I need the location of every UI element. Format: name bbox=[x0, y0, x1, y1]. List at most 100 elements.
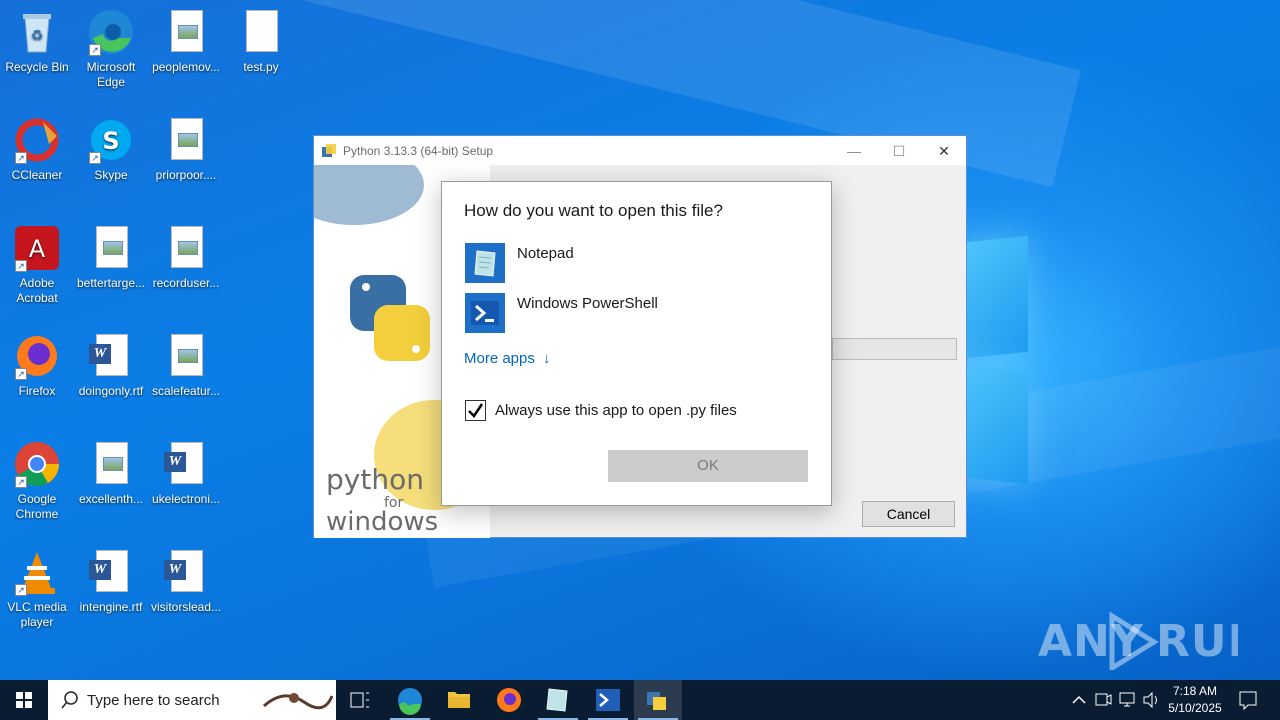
windows-label: windows bbox=[326, 507, 439, 537]
image-file-icon bbox=[162, 332, 210, 380]
adobe-acrobat-icon: A ↗ bbox=[13, 224, 61, 272]
taskbar-powershell[interactable] bbox=[584, 680, 632, 720]
open-with-dialog: How do you want to open this file? Notep… bbox=[441, 181, 832, 506]
desktop-icon-label: Skype bbox=[94, 168, 128, 182]
svg-text:RUN: RUN bbox=[1156, 616, 1238, 667]
desktop-icon-file[interactable]: W visitorslead... bbox=[149, 548, 223, 615]
action-center-button[interactable] bbox=[1234, 680, 1262, 720]
always-use-checkbox[interactable] bbox=[465, 400, 486, 421]
tray-volume[interactable] bbox=[1140, 680, 1162, 720]
python-setup-icon bbox=[647, 692, 666, 710]
desktop-icon-label: visitorslead... bbox=[150, 600, 222, 614]
desktop-icon-skype[interactable]: S ↗ Skype bbox=[74, 116, 148, 183]
desktop-icon-adobe-acrobat[interactable]: A ↗ Adobe Acrobat bbox=[0, 224, 74, 306]
desktop-icon-label: priorpoor.... bbox=[155, 168, 217, 182]
desktop-icon-google-chrome[interactable]: ↗ Google Chrome bbox=[0, 440, 74, 522]
word-document-icon: W bbox=[87, 548, 135, 596]
recycle-bin-icon: ♻ bbox=[13, 8, 61, 56]
search-icon bbox=[61, 691, 78, 709]
taskbar: Type here to search 7:18 AM 5/10/2025 bbox=[0, 680, 1280, 720]
desktop-icon-file[interactable]: excellenth... bbox=[74, 440, 148, 507]
tray-meet-now[interactable] bbox=[1092, 680, 1114, 720]
desktop-icon-ccleaner[interactable]: ↗ CCleaner bbox=[0, 116, 74, 183]
desktop-icon-label: peoplemov... bbox=[152, 60, 220, 74]
task-view-button[interactable] bbox=[336, 680, 384, 720]
taskbar-notepad[interactable] bbox=[534, 680, 582, 720]
dialog-question: How do you want to open this file? bbox=[464, 201, 723, 220]
desktop-icon-recycle-bin[interactable]: ♻ Recycle Bin bbox=[0, 8, 74, 75]
search-highlight-icon bbox=[262, 693, 334, 710]
blank-file-icon bbox=[237, 8, 285, 56]
desktop-icon-file[interactable]: test.py bbox=[224, 8, 298, 75]
desktop-icon-file[interactable]: recorduser... bbox=[149, 224, 223, 291]
svg-text:A: A bbox=[29, 235, 46, 263]
desktop-icon-label: Google Chrome bbox=[15, 492, 59, 521]
down-arrow-icon: ↓ bbox=[543, 350, 551, 367]
tray-network[interactable] bbox=[1116, 680, 1138, 720]
chevron-up-icon bbox=[1072, 695, 1086, 704]
taskbar-python-setup[interactable] bbox=[634, 680, 682, 720]
desktop-icon-label: test.py bbox=[243, 60, 279, 74]
app-label: Windows PowerShell bbox=[517, 295, 658, 312]
desktop-icon-file[interactable]: peoplemov... bbox=[149, 8, 223, 75]
image-file-icon bbox=[162, 8, 210, 56]
desktop-icon-file[interactable]: bettertarge... bbox=[74, 224, 148, 291]
image-file-icon bbox=[87, 440, 135, 488]
taskbar-search-box[interactable]: Type here to search bbox=[48, 680, 336, 720]
show-hidden-icons-button[interactable] bbox=[1068, 680, 1090, 720]
maximize-button[interactable]: ☐ bbox=[879, 140, 919, 162]
desktop-icon-label: doingonly.rtf bbox=[78, 384, 144, 398]
ccleaner-icon: ↗ bbox=[13, 116, 61, 164]
desktop-icon-file[interactable]: scalefeatur... bbox=[149, 332, 223, 399]
desktop-icon-label: excellenth... bbox=[78, 492, 144, 506]
app-option-notepad[interactable]: Notepad bbox=[465, 243, 805, 283]
powershell-icon bbox=[596, 689, 620, 711]
title-bar[interactable]: Python 3.13.3 (64-bit) Setup — ☐ ✕ bbox=[314, 136, 966, 165]
windows-start-icon bbox=[16, 692, 32, 708]
close-button[interactable]: ✕ bbox=[924, 140, 964, 162]
desktop-background: ♻ Recycle Bin ↗ CCleaner A ↗ Adobe Acrob… bbox=[0, 0, 1280, 680]
desktop-icon-vlc[interactable]: ↗ VLC media player bbox=[0, 548, 74, 630]
desktop-icon-label: bettertarge... bbox=[76, 276, 146, 290]
firefox-icon bbox=[497, 688, 521, 712]
desktop-icon-firefox[interactable]: ↗ Firefox bbox=[0, 332, 74, 399]
desktop-icon-microsoft-edge[interactable]: ↗ Microsoft Edge bbox=[74, 8, 148, 90]
notepad-icon bbox=[546, 688, 568, 712]
always-use-label: Always use this app to open .py files bbox=[495, 402, 737, 419]
checkmark-icon bbox=[468, 403, 484, 418]
camera-icon bbox=[1095, 693, 1112, 706]
network-icon bbox=[1119, 692, 1135, 707]
desktop-icon-label: Adobe Acrobat bbox=[16, 276, 58, 305]
anyrun-logo: ANY RUN bbox=[1038, 611, 1238, 670]
chrome-icon: ↗ bbox=[13, 440, 61, 488]
desktop-icon-label: Microsoft Edge bbox=[86, 60, 136, 89]
desktop-icon-label: intengine.rtf bbox=[79, 600, 143, 614]
more-apps-link[interactable]: More apps ↓ bbox=[464, 350, 551, 367]
taskbar-file-explorer[interactable] bbox=[435, 680, 483, 720]
word-document-icon: W bbox=[162, 548, 210, 596]
word-document-icon: W bbox=[162, 440, 210, 488]
speaker-icon bbox=[1143, 691, 1157, 709]
taskbar-clock[interactable]: 7:18 AM 5/10/2025 bbox=[1160, 683, 1230, 717]
app-option-powershell[interactable]: Windows PowerShell bbox=[465, 293, 805, 333]
desktop-icon-file[interactable]: priorpoor.... bbox=[149, 116, 223, 183]
ok-button[interactable]: OK bbox=[608, 450, 808, 482]
desktop-icon-file[interactable]: W doingonly.rtf bbox=[74, 332, 148, 399]
clock-time: 7:18 AM bbox=[1172, 684, 1218, 698]
taskbar-edge[interactable] bbox=[386, 680, 434, 720]
python-label: python bbox=[326, 463, 424, 496]
desktop-icon-label: VLC media player bbox=[7, 600, 67, 629]
taskbar-firefox[interactable] bbox=[485, 680, 533, 720]
firefox-icon: ↗ bbox=[13, 332, 61, 380]
image-file-icon bbox=[162, 116, 210, 164]
cancel-button[interactable]: Cancel bbox=[862, 501, 955, 527]
desktop-icon-label: ukelectroni... bbox=[151, 492, 221, 506]
desktop-icon-label: recorduser... bbox=[152, 276, 220, 290]
minimize-button[interactable]: — bbox=[834, 140, 874, 162]
desktop-icon-file[interactable]: W ukelectroni... bbox=[149, 440, 223, 507]
start-button[interactable] bbox=[0, 680, 48, 720]
desktop-icon-label: scalefeatur... bbox=[151, 384, 221, 398]
desktop-icon-file[interactable]: W intengine.rtf bbox=[74, 548, 148, 615]
folder-icon bbox=[448, 692, 470, 708]
edge-icon bbox=[398, 688, 422, 715]
